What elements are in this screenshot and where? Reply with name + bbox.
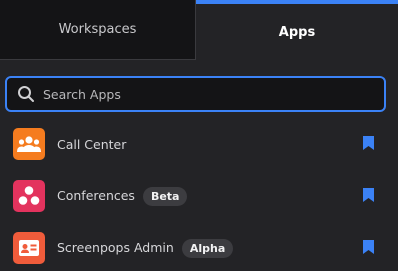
tab-apps-label: Apps: [278, 24, 316, 40]
bookmark-icon[interactable]: [363, 188, 374, 202]
tab-apps[interactable]: Apps: [196, 0, 398, 60]
contact-card-icon: [13, 232, 45, 264]
app-name-text: Conferences: [57, 187, 135, 203]
app-name-text: Call Center: [57, 136, 127, 152]
app-item-call-center[interactable]: Call Center: [0, 120, 398, 168]
search-icon: [18, 86, 34, 102]
app-item-label: Call Center: [57, 137, 126, 152]
app-item-screenpops-admin[interactable]: Screenpops Admin Alpha: [0, 224, 398, 271]
bookmark-icon[interactable]: [363, 240, 374, 254]
app-item-conferences[interactable]: Conferences Beta: [0, 172, 398, 220]
search-box[interactable]: [5, 76, 386, 112]
app-item-label: Screenpops Admin Alpha: [57, 238, 234, 258]
tab-bar: Workspaces Apps: [0, 0, 398, 60]
tab-workspaces-label: Workspaces: [58, 22, 137, 37]
alpha-badge: Alpha: [181, 238, 234, 258]
three-circles-icon: [13, 180, 45, 212]
people-group-icon: [13, 128, 45, 160]
search-input[interactable]: [43, 86, 343, 102]
app-item-label: Conferences Beta: [57, 186, 188, 206]
app-name-text: Screenpops Admin: [57, 239, 174, 255]
bookmark-icon[interactable]: [363, 136, 374, 150]
tab-workspaces[interactable]: Workspaces: [0, 0, 196, 60]
beta-badge: Beta: [142, 186, 188, 206]
